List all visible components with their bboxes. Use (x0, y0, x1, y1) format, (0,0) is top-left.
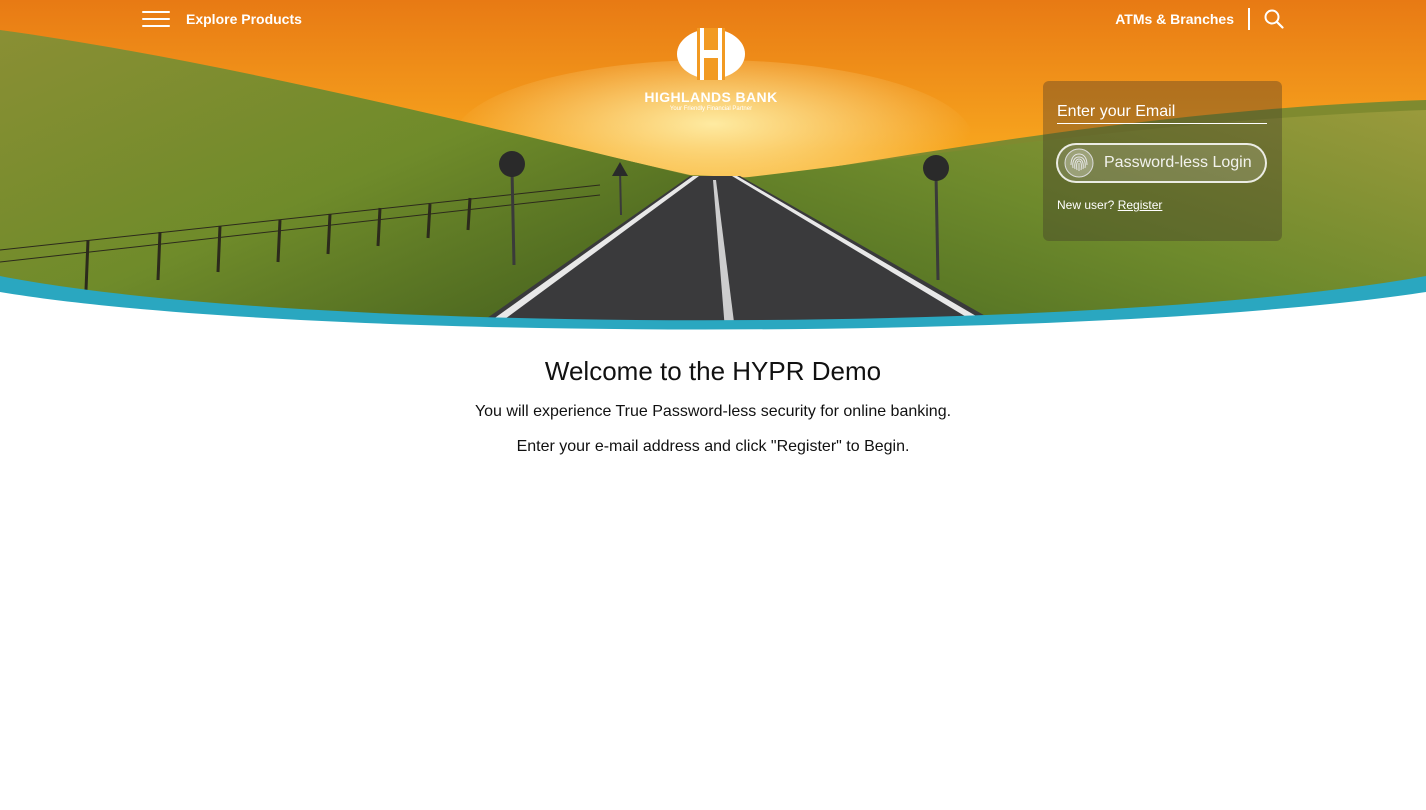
bank-name: HIGHLANDS BANK (644, 89, 778, 105)
register-link[interactable]: Register (1118, 198, 1163, 212)
email-field[interactable] (1057, 101, 1267, 124)
welcome-section: Welcome to the HYPR Demo You will experi… (0, 356, 1426, 456)
fingerprint-icon (1064, 148, 1094, 178)
welcome-line-1: You will experience True Password-less s… (474, 403, 952, 420)
bank-logo[interactable]: HIGHLANDS BANK Your Friendly Financial P… (632, 28, 790, 112)
nav-divider (1248, 8, 1250, 30)
explore-products-menu[interactable]: Explore Products (142, 8, 302, 30)
hero-banner: Explore Products ATMs & Branches HIGHLAN… (0, 0, 1426, 330)
new-user-text: New user? (1057, 198, 1115, 212)
explore-products-link[interactable]: Explore Products (186, 11, 302, 27)
new-user-prompt: New user? Register (1057, 198, 1162, 212)
welcome-line-2: Enter your e-mail address and click "Reg… (516, 438, 910, 455)
password-less-login-label: Password-less Login (1104, 154, 1252, 171)
top-right-nav: ATMs & Branches (1115, 8, 1284, 30)
atms-branches-link[interactable]: ATMs & Branches (1115, 11, 1234, 27)
welcome-title: Welcome to the HYPR Demo (544, 356, 882, 386)
bank-tagline: Your Friendly Financial Partner (669, 106, 753, 112)
password-less-login-button[interactable]: Password-less Login (1056, 143, 1267, 183)
login-panel: Password-less Login New user? Register (1043, 81, 1282, 241)
search-icon[interactable] (1264, 9, 1284, 29)
bank-logo-icon (677, 28, 745, 80)
menu-icon[interactable] (142, 8, 170, 30)
